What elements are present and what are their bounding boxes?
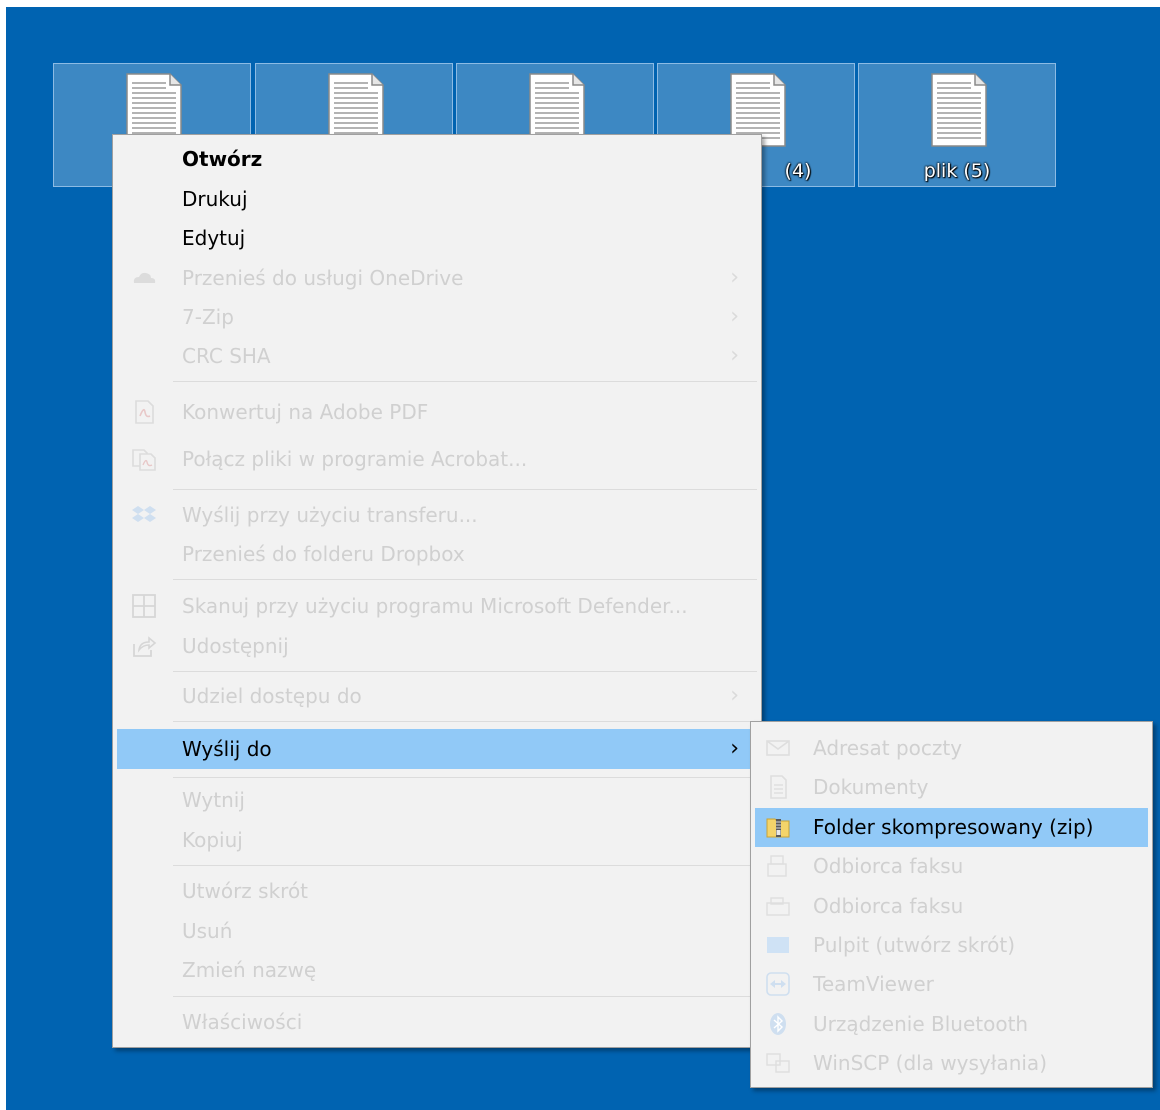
sendto-item-teamviewer[interactable]: TeamViewer: [755, 965, 1148, 1003]
chevron-right-icon: ›: [730, 304, 739, 329]
zip-folder-icon: [766, 818, 790, 838]
desktop-file-5[interactable]: plik (5): [858, 63, 1056, 187]
sendto-item-bluetooth[interactable]: Urządzenie Bluetooth: [755, 1005, 1148, 1043]
desktop-icon: [767, 937, 789, 953]
menu-separator: [173, 579, 757, 580]
file-label: plik (5): [923, 160, 991, 182]
menu-item-open[interactable]: Otwórz: [117, 140, 757, 178]
sendto-item-fax-recipient-2[interactable]: Odbiorca faksu: [755, 887, 1148, 925]
documents-icon: [770, 775, 787, 799]
menu-item-create-shortcut[interactable]: Utwórz skrót: [117, 872, 757, 910]
menu-item-move-dropbox[interactable]: Przenieś do folderu Dropbox: [117, 535, 757, 573]
fax-machine-icon: [766, 897, 790, 916]
menu-item-send-transfer[interactable]: Wyślij przy użyciu transferu...: [117, 496, 757, 534]
menu-item-convert-pdf[interactable]: Konwertuj na Adobe PDF: [117, 393, 757, 431]
pdf-icon: [135, 400, 154, 424]
menu-item-give-access[interactable]: Udziel dostępu do ›: [117, 677, 757, 715]
menu-item-move-onedrive[interactable]: Przenieś do usługi OneDrive ›: [117, 259, 757, 297]
menu-item-crc-sha[interactable]: CRC SHA ›: [117, 337, 757, 375]
teamviewer-icon: [766, 972, 790, 996]
menu-separator: [173, 489, 757, 490]
chevron-right-icon: ›: [730, 683, 739, 708]
sendto-item-winscp[interactable]: WinSCP (dla wysyłania): [755, 1044, 1148, 1082]
menu-separator: [173, 777, 757, 778]
mail-icon: [766, 740, 790, 756]
menu-item-7zip[interactable]: 7-Zip ›: [117, 298, 757, 336]
context-menu: Otwórz Drukuj Edytuj Przenieś do usługi …: [112, 134, 762, 1048]
chevron-right-icon: ›: [730, 265, 739, 290]
text-file-icon: [931, 73, 987, 147]
menu-item-cut[interactable]: Wytnij: [117, 781, 757, 819]
sendto-item-zip-folder[interactable]: Folder skompresowany (zip): [755, 808, 1148, 847]
menu-item-print[interactable]: Drukuj: [117, 180, 757, 218]
menu-item-combine-acrobat[interactable]: Połącz pliki w programie Acrobat...: [117, 440, 757, 478]
sendto-item-documents[interactable]: Dokumenty: [755, 768, 1148, 806]
send-to-submenu: Adresat poczty Dokumenty Folder skompres…: [750, 721, 1153, 1088]
sendto-item-desktop[interactable]: Pulpit (utwórz skrót): [755, 926, 1148, 964]
sendto-item-fax-recipient[interactable]: Odbiorca faksu: [755, 847, 1148, 885]
menu-separator: [173, 996, 757, 997]
menu-item-delete[interactable]: Usuń: [117, 912, 757, 950]
menu-item-copy[interactable]: Kopiuj: [117, 821, 757, 859]
dropbox-icon: [132, 506, 156, 522]
acrobat-combine-icon: [132, 449, 156, 471]
fax-icon: [767, 855, 787, 877]
menu-separator: [173, 381, 757, 382]
menu-item-properties[interactable]: Właściwości: [117, 1003, 757, 1041]
menu-separator: [173, 721, 757, 722]
menu-separator: [173, 671, 757, 672]
share-icon: [133, 636, 157, 657]
onedrive-icon: [133, 272, 156, 283]
bluetooth-icon: [770, 1013, 786, 1035]
menu-separator: [173, 865, 757, 866]
defender-icon: [132, 594, 156, 618]
chevron-right-icon: ›: [730, 343, 739, 368]
menu-item-share[interactable]: Udostępnij: [117, 627, 757, 665]
winscp-icon: [766, 1053, 790, 1073]
chevron-right-icon: ›: [730, 736, 739, 761]
menu-item-edit[interactable]: Edytuj: [117, 219, 757, 257]
menu-item-rename[interactable]: Zmień nazwę: [117, 951, 757, 989]
sendto-item-mail-recipient[interactable]: Adresat poczty: [755, 729, 1148, 767]
menu-item-send-to[interactable]: Wyślij do ›: [117, 729, 757, 769]
menu-item-scan-defender[interactable]: Skanuj przy użyciu programu Microsoft De…: [117, 587, 757, 625]
